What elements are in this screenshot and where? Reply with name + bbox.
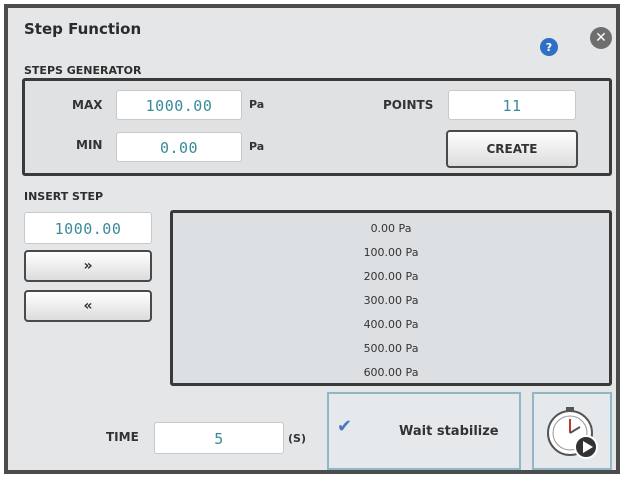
min-input[interactable]: 0.00 <box>116 132 242 162</box>
create-button[interactable]: CREATE <box>446 130 578 168</box>
points-input[interactable]: 11 <box>448 90 576 120</box>
max-input[interactable]: 1000.00 <box>116 90 242 120</box>
close-icon[interactable]: ✕ <box>590 27 612 49</box>
insert-step-input[interactable]: 1000.00 <box>24 212 152 244</box>
min-label: MIN <box>76 138 103 152</box>
add-step-button[interactable]: » <box>24 250 152 282</box>
wait-stabilize-toggle[interactable]: ✔ Wait stabilize <box>327 392 521 470</box>
time-unit: (S) <box>288 432 306 445</box>
max-unit: Pa <box>249 98 265 111</box>
list-item[interactable]: 400.00 Pa <box>173 313 609 337</box>
remove-step-button[interactable]: « <box>24 290 152 322</box>
list-item[interactable]: 600.00 Pa <box>173 361 609 383</box>
insert-step-label: INSERT STEP <box>24 190 104 203</box>
stopwatch-play-icon <box>547 407 598 459</box>
max-label: MAX <box>72 98 103 112</box>
time-label: TIME <box>106 430 139 444</box>
min-unit: Pa <box>249 140 265 153</box>
start-button[interactable] <box>532 392 612 470</box>
help-icon[interactable]: ? <box>540 38 558 56</box>
check-icon: ✔ <box>337 416 353 437</box>
list-item[interactable]: 300.00 Pa <box>173 289 609 313</box>
dialog-title: Step Function <box>24 20 142 38</box>
time-input[interactable]: 5 <box>154 422 284 454</box>
points-label: POINTS <box>383 98 434 112</box>
steps-generator-label: STEPS GENERATOR <box>24 64 142 77</box>
wait-stabilize-label: Wait stabilize <box>399 424 499 439</box>
steps-list[interactable]: 0.00 Pa 100.00 Pa 200.00 Pa 300.00 Pa 40… <box>170 210 612 386</box>
list-item[interactable]: 100.00 Pa <box>173 241 609 265</box>
list-item[interactable]: 200.00 Pa <box>173 265 609 289</box>
list-item[interactable]: 0.00 Pa <box>173 217 609 241</box>
list-item[interactable]: 500.00 Pa <box>173 337 609 361</box>
